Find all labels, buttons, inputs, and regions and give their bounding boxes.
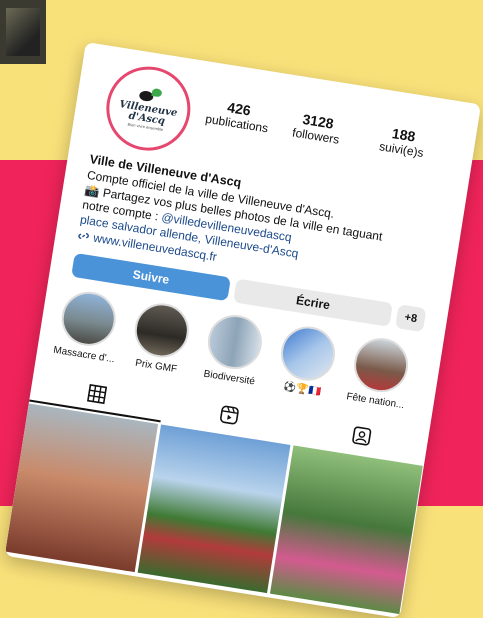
tagged-icon[interactable] [350,425,373,448]
stat-followers[interactable]: 3128 followers [291,110,342,147]
highlight-label: ⚽🏆🇫🇷 [282,381,322,398]
highlight-item[interactable]: Biodiversité [199,311,269,389]
highlight-thumbnail [350,334,412,397]
phone-screen: Villeneuve d'Ascq Bien vivre ensemble 42… [4,42,482,618]
reels-icon[interactable] [218,404,241,427]
highlight-thumbnail [204,311,266,373]
highlight-label: Biodiversité [202,368,256,388]
highlight-thumbnail [130,299,193,362]
highlight-item[interactable]: Massacre d'... [53,287,123,365]
highlight-thumbnail [57,287,120,350]
profile-avatar[interactable]: Villeneuve d'Ascq Bien vivre ensemble [100,60,197,157]
highlight-item[interactable]: ⚽🏆🇫🇷 [272,322,342,400]
highlight-label: Prix GMF [134,357,178,376]
corner-photo [0,0,46,64]
highlight-item[interactable]: Prix GMF [126,299,196,377]
highlight-label: Massacre d'... [52,344,116,366]
link-icon [78,233,89,239]
suggest-users-button[interactable]: +8 [395,304,427,333]
highlight-item[interactable]: Fête nation... [345,334,415,412]
post-thumbnail[interactable] [269,445,423,615]
post-thumbnail[interactable] [137,424,291,594]
stat-publications[interactable]: 426 publications [204,96,271,135]
highlight-label: Fête nation... [345,391,406,412]
grid-icon[interactable] [86,383,109,406]
stat-following[interactable]: 188 suivi(e)s [378,123,427,160]
post-thumbnail[interactable] [5,403,159,573]
highlight-thumbnail [277,322,339,385]
